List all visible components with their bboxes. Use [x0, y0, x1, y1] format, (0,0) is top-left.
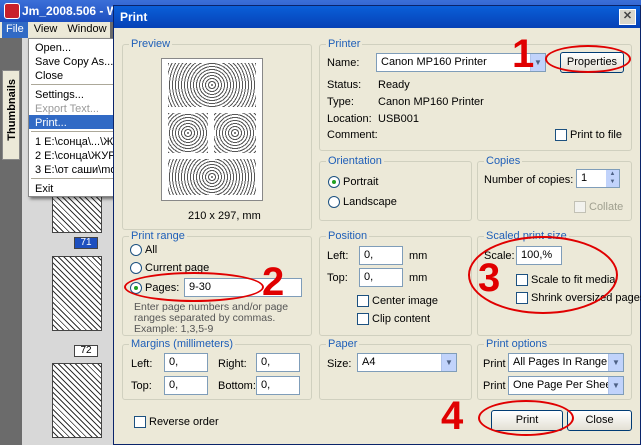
center-image-label: Center image [372, 295, 439, 307]
current-page-radio[interactable] [130, 262, 142, 274]
preview-size: 210 x 297, mm [188, 210, 261, 222]
portrait-radio[interactable] [328, 176, 340, 188]
print-to-file-checkbox[interactable] [555, 129, 567, 141]
app-logo-icon [4, 3, 20, 19]
reverse-order-checkbox[interactable] [134, 416, 146, 428]
collate-checkbox [574, 201, 586, 213]
menu-view[interactable]: View [30, 22, 62, 38]
margin-left-label: Left: [131, 358, 153, 370]
copies-value: 1 [581, 172, 588, 184]
close-icon[interactable]: ✕ [619, 9, 636, 25]
margin-top-label: Top: [131, 380, 152, 392]
annotation-number-3: 3 [478, 256, 501, 300]
pages-per-sheet-value: One Page Per Sheet [513, 379, 615, 391]
clip-content-checkbox[interactable] [357, 313, 369, 325]
print-dialog: Print ✕ Preview 210 x 297, mm Printer Na… [113, 5, 641, 445]
annotation-ellipse-4 [478, 400, 574, 436]
print-range-label: Print range [129, 230, 187, 242]
margin-top-value: 0, [169, 379, 179, 391]
status-label: Status: [327, 79, 362, 91]
position-left-input[interactable]: 0, [359, 246, 403, 265]
margin-bottom-value: 0, [261, 379, 271, 391]
dialog-titlebar: Print ✕ [114, 6, 640, 28]
all-label: All [145, 244, 158, 256]
margin-right-input[interactable]: 0, [256, 353, 300, 372]
pages-per-sheet-select[interactable]: One Page Per Sheet ▼ [508, 376, 624, 395]
orientation-group: Orientation [319, 155, 472, 221]
paper-label: Paper [326, 338, 360, 350]
thumbnail-label-72: 72 [74, 345, 98, 357]
paper-size-label: Size: [327, 358, 352, 370]
print-to-file-label: Print to file [570, 129, 622, 141]
menu-window[interactable]: Window [63, 22, 110, 38]
number-of-copies-label: Number of copies: [484, 174, 574, 186]
spinner-icon[interactable]: ▲ ▼ [606, 170, 619, 187]
location-label: Location: [327, 113, 372, 125]
comment-label: Comment: [327, 129, 378, 141]
position-top-label: Top: [327, 272, 348, 284]
landscape-label: Landscape [343, 196, 397, 208]
annotation-ellipse-2 [124, 272, 264, 302]
annotation-number-4: 4 [441, 394, 464, 438]
chevron-down-icon: ▼ [441, 354, 456, 371]
landscape-radio[interactable] [328, 196, 340, 208]
thumbnail-page-73[interactable] [52, 363, 102, 438]
position-left-value: 0, [364, 249, 374, 261]
margin-left-input[interactable]: 0, [164, 353, 208, 372]
portrait-label: Portrait [343, 176, 379, 188]
type-value: Canon MP160 Printer [378, 96, 484, 108]
thumbnails-tab[interactable]: Thumbnails [2, 70, 20, 160]
margins-label: Margins (millimeters) [129, 338, 236, 350]
orientation-label: Orientation [326, 155, 384, 167]
app-title: Jm_2008.506 - Wi [22, 4, 122, 18]
menu-file[interactable]: File [2, 22, 28, 38]
position-left-label: Left: [327, 250, 349, 262]
collate-label: Collate [589, 201, 624, 213]
print-options-label: Print options [484, 338, 550, 350]
margin-bottom-label: Bottom: [218, 380, 256, 392]
location-value: USB001 [378, 113, 419, 125]
thumbnail-label-71: 71 [74, 237, 98, 249]
margin-left-value: 0, [169, 356, 179, 368]
chevron-down-icon: ▼ [608, 354, 623, 371]
position-label: Position [326, 230, 370, 242]
preview-page-image [161, 58, 263, 201]
margin-top-input[interactable]: 0, [164, 376, 208, 395]
print-range-mode-value: All Pages In Range [513, 356, 608, 368]
margin-right-label: Right: [218, 358, 247, 370]
annotation-number-2: 2 [262, 260, 285, 304]
printer-label: Printer [326, 38, 363, 50]
center-image-checkbox[interactable] [357, 295, 369, 307]
position-top-value: 0, [364, 271, 374, 283]
thumbnail-page-72[interactable] [52, 256, 102, 331]
annotation-number-1: 1 [512, 32, 535, 76]
pages-per-sheet-label: Print [483, 380, 506, 392]
thumbnails-tab-label: Thumbnails [6, 79, 18, 141]
margin-bottom-input[interactable]: 0, [256, 376, 300, 395]
chevron-down-icon: ▼ [608, 377, 623, 394]
annotation-ellipse-1 [545, 45, 631, 73]
type-label: Type: [327, 96, 354, 108]
app-menubar: File View Window [0, 22, 110, 38]
reverse-order-label: Reverse order [149, 416, 219, 428]
preview-label: Preview [129, 38, 173, 50]
print-range-mode-select[interactable]: All Pages In Range ▼ [508, 353, 624, 372]
position-top-unit: mm [409, 272, 428, 284]
printer-name-label: Name: [327, 57, 360, 69]
copies-label: Copies [484, 155, 523, 167]
position-left-unit: mm [409, 250, 428, 262]
print-range-mode-label: Print [483, 358, 506, 370]
paper-size-select[interactable]: A4 ▼ [357, 353, 457, 372]
position-top-input[interactable]: 0, [359, 268, 403, 287]
printer-name-value: Canon MP160 Printer [381, 56, 487, 68]
paper-size-value: A4 [362, 356, 376, 368]
margin-right-value: 0, [261, 356, 271, 368]
pages-hint: Enter page numbers and/or page ranges se… [134, 301, 289, 335]
close-button[interactable]: Close [567, 410, 632, 431]
status-value: Ready [378, 79, 410, 91]
all-radio[interactable] [130, 244, 142, 256]
clip-content-label: Clip content [372, 313, 431, 325]
dialog-title: Print [120, 10, 148, 24]
copies-stepper[interactable]: 1 ▲ ▼ [576, 169, 620, 188]
